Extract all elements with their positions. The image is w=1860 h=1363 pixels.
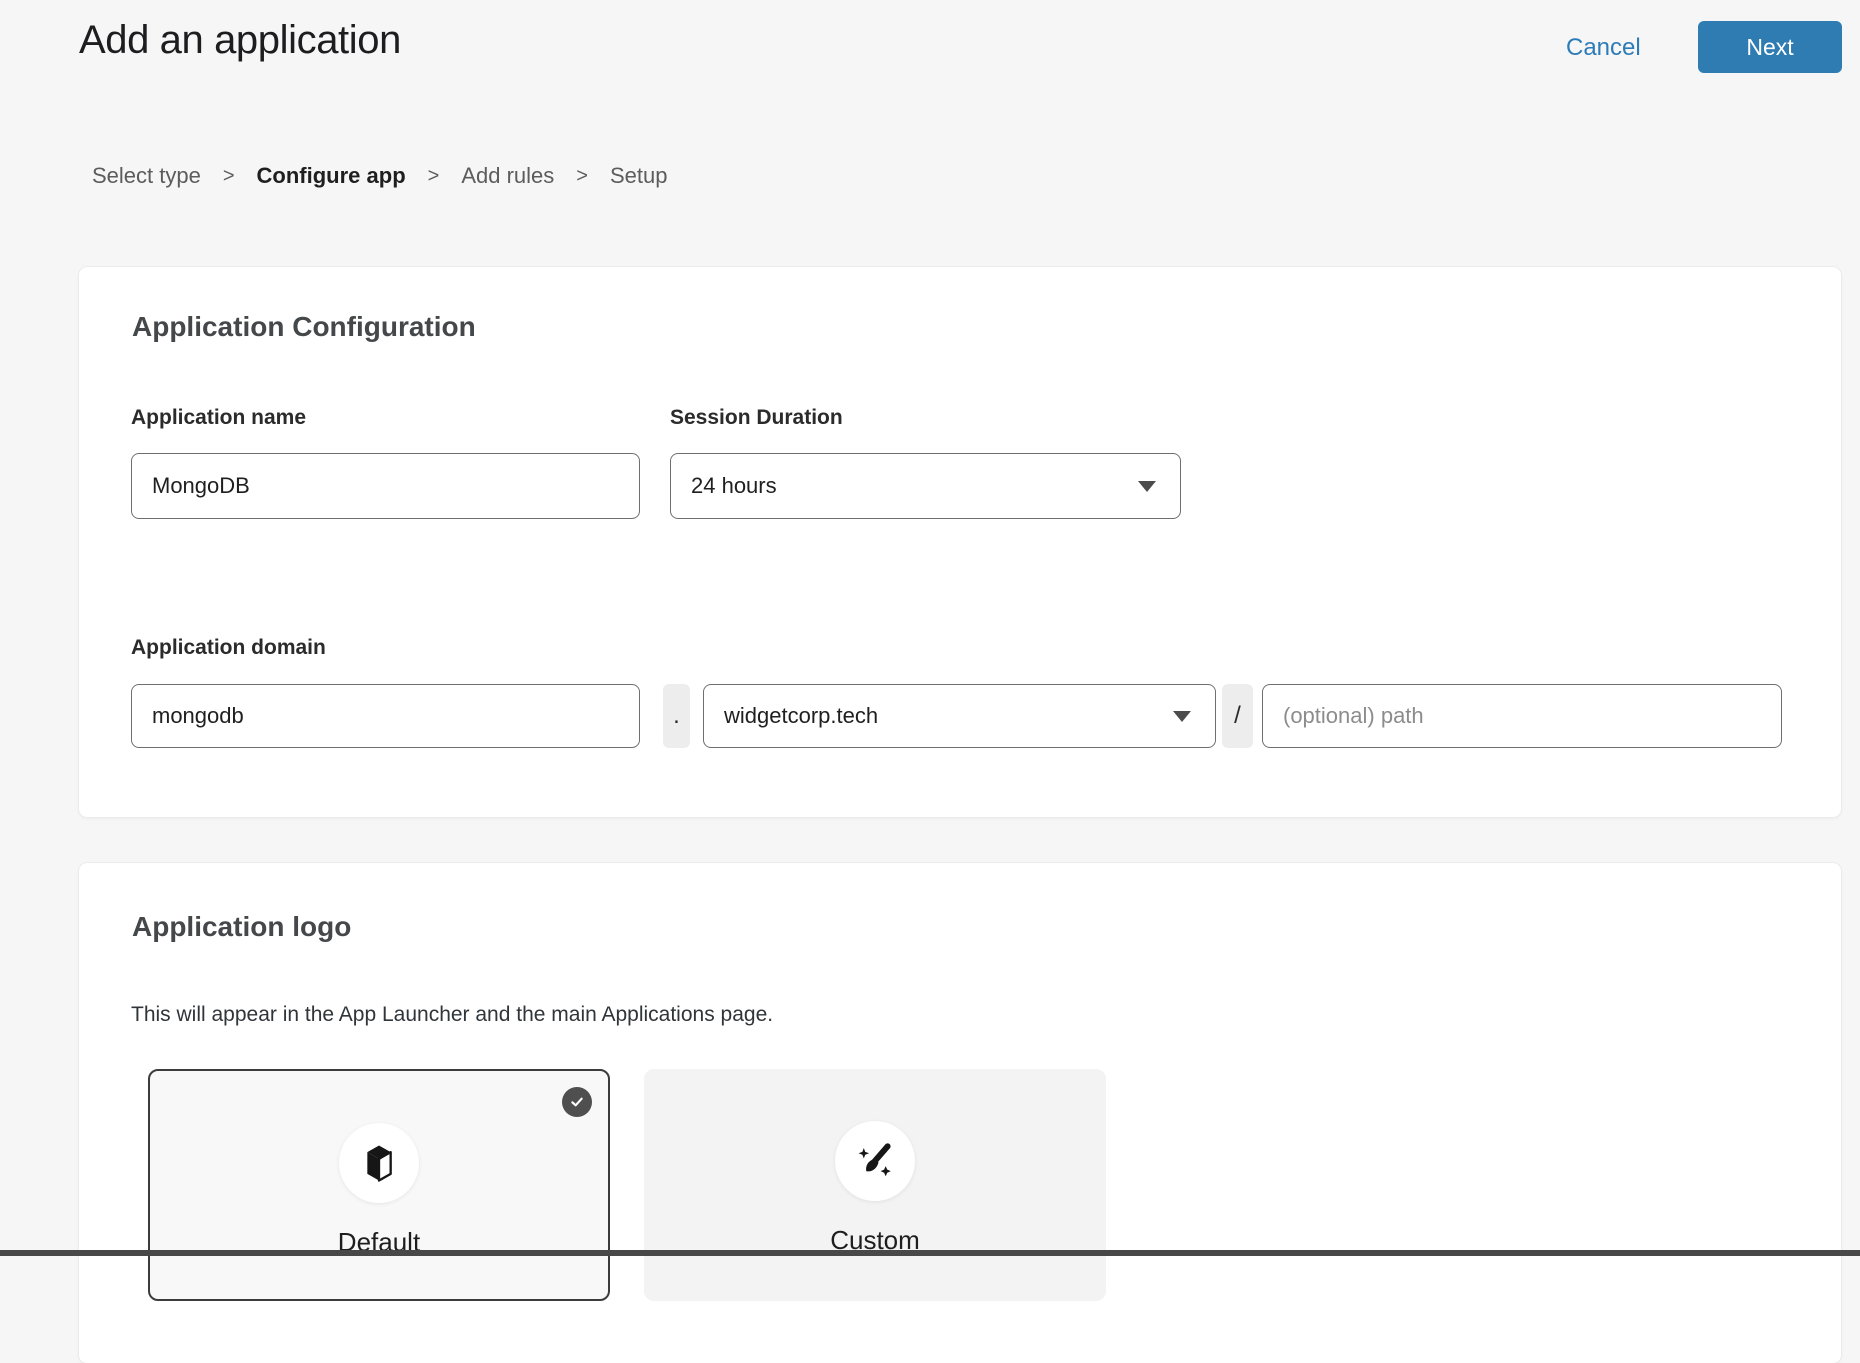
application-name-label: Application name — [131, 406, 306, 430]
application-configuration-title: Application Configuration — [132, 311, 476, 343]
breadcrumb-step-select-type[interactable]: Select type — [92, 163, 201, 189]
page-title: Add an application — [79, 18, 401, 63]
custom-logo-circle — [835, 1121, 915, 1201]
chevron-down-icon — [1173, 711, 1191, 722]
breadcrumb: Select type > Configure app > Add rules … — [92, 163, 667, 189]
cube-icon — [359, 1143, 399, 1183]
domain-dot-separator: . — [663, 684, 690, 748]
path-slash-separator: / — [1222, 684, 1253, 748]
logo-option-tiles: Default Custom — [148, 1069, 1106, 1301]
cancel-button[interactable]: Cancel — [1566, 34, 1641, 62]
breadcrumb-step-setup[interactable]: Setup — [610, 163, 668, 189]
session-duration-select[interactable]: 24 hours — [670, 453, 1181, 519]
next-button[interactable]: Next — [1698, 21, 1842, 73]
application-configuration-card: Application Configuration Application na… — [79, 267, 1841, 817]
logo-option-custom[interactable]: Custom — [644, 1069, 1106, 1301]
chevron-down-icon — [1138, 481, 1156, 492]
default-logo-circle — [339, 1123, 419, 1203]
session-duration-value: 24 hours — [691, 473, 777, 499]
subdomain-input[interactable] — [131, 684, 640, 748]
domain-select[interactable]: widgetcorp.tech — [703, 684, 1216, 748]
breadcrumb-step-add-rules[interactable]: Add rules — [461, 163, 554, 189]
logo-option-default[interactable]: Default — [148, 1069, 610, 1301]
application-logo-title: Application logo — [132, 911, 351, 943]
bottom-edge-bar — [0, 1250, 1860, 1256]
breadcrumb-step-configure-app[interactable]: Configure app — [257, 163, 406, 189]
paintbrush-icon — [854, 1140, 896, 1182]
application-logo-description: This will appear in the App Launcher and… — [131, 1003, 773, 1027]
breadcrumb-separator: > — [428, 165, 440, 188]
application-logo-card: Application logo This will appear in the… — [79, 863, 1841, 1363]
path-input[interactable] — [1262, 684, 1782, 748]
breadcrumb-separator: > — [223, 165, 235, 188]
check-icon — [569, 1094, 585, 1110]
domain-value: widgetcorp.tech — [724, 703, 878, 729]
breadcrumb-separator: > — [576, 165, 588, 188]
selected-check-badge — [562, 1087, 592, 1117]
application-name-input[interactable] — [131, 453, 640, 519]
application-domain-label: Application domain — [131, 636, 326, 660]
session-duration-label: Session Duration — [670, 406, 843, 430]
